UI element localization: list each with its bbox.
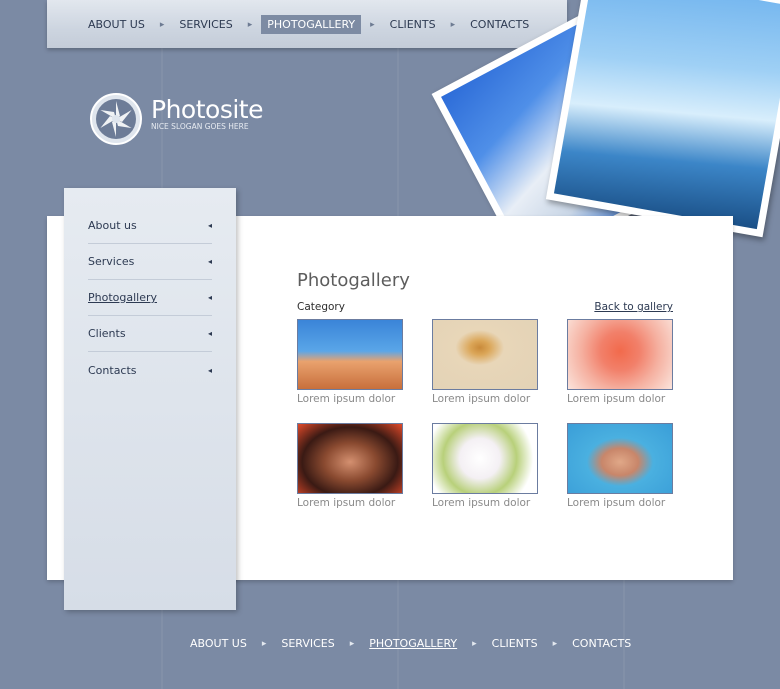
logo-name: Photosite — [151, 95, 263, 124]
chevron-left-icon: ◂ — [207, 329, 212, 338]
chevron-left-icon: ◂ — [207, 293, 212, 302]
page-title: Photogallery — [297, 270, 410, 291]
sidebar-item-photogallery[interactable]: Photogallery ◂ — [88, 280, 212, 316]
sidebar: About us ◂ Services ◂ Photogallery ◂ Cli… — [64, 188, 236, 610]
thumbnail-caption: Lorem ipsum dolor — [297, 393, 396, 405]
footer-nav-about[interactable]: About us — [184, 634, 253, 653]
chevron-left-icon: ◂ — [207, 221, 212, 230]
top-nav-clients[interactable]: Clients — [384, 15, 442, 34]
back-to-gallery-link[interactable]: Back to gallery — [594, 301, 673, 313]
children-beach-photo[interactable] — [297, 319, 403, 390]
sidebar-item-clients[interactable]: Clients ◂ — [88, 316, 212, 352]
chevron-left-icon: ◂ — [207, 257, 212, 266]
top-nav: About us ▸ Services ▸ Photogallery ▸ Cli… — [82, 15, 535, 34]
nav-separator-icon: ▸ — [472, 638, 477, 649]
gallery-thumbnail[interactable]: Lorem ipsum dolor — [432, 319, 538, 413]
gallery-thumbnail[interactable]: Lorem ipsum dolor — [432, 423, 538, 517]
footer-nav-contacts[interactable]: Contacts — [566, 634, 637, 653]
nav-separator-icon: ▸ — [370, 19, 375, 30]
woman-portrait-photo[interactable] — [297, 423, 403, 494]
sidebar-item-label: About us — [88, 219, 137, 232]
thumbnail-caption: Lorem ipsum dolor — [432, 393, 531, 405]
gallery-thumbnail[interactable]: Lorem ipsum dolor — [297, 423, 403, 517]
footer-nav: About us ▸ Services ▸ Photogallery ▸ Cli… — [184, 634, 637, 653]
sidebar-item-label: Services — [88, 255, 135, 268]
sidebar-item-contacts[interactable]: Contacts ◂ — [88, 352, 212, 388]
footer-nav-clients[interactable]: Clients — [486, 634, 544, 653]
thumbnail-caption: Lorem ipsum dolor — [432, 497, 531, 509]
sidebar-item-label: Contacts — [88, 363, 137, 377]
logo-slogan: Nice slogan goes here — [151, 122, 249, 131]
footer-nav-services[interactable]: Services — [275, 634, 340, 653]
nav-separator-icon: ▸ — [349, 638, 355, 649]
top-nav-photogallery[interactable]: Photogallery — [261, 15, 362, 34]
category-label: Category — [297, 301, 345, 313]
sidebar-item-about[interactable]: About us ◂ — [88, 208, 212, 244]
chevron-left-icon: ◂ — [207, 365, 212, 375]
rose-photo[interactable] — [567, 319, 673, 390]
sidebar-item-services[interactable]: Services ◂ — [88, 244, 212, 280]
logo-aperture-icon — [90, 93, 142, 145]
nav-separator-icon: ▸ — [247, 19, 253, 30]
sidebar-item-label: Photogallery — [88, 291, 158, 304]
nav-separator-icon: ▸ — [159, 19, 165, 30]
thumbnail-caption: Lorem ipsum dolor — [567, 497, 666, 509]
white-flowers-photo[interactable] — [432, 423, 538, 494]
thumbnail-caption: Lorem ipsum dolor — [567, 393, 666, 405]
nav-separator-icon: ▸ — [261, 638, 267, 649]
nav-separator-icon: ▸ — [552, 638, 558, 649]
gallery-thumbnail[interactable]: Lorem ipsum dolor — [297, 319, 403, 413]
top-nav-contacts[interactable]: Contacts — [464, 15, 535, 34]
thumbnail-caption: Lorem ipsum dolor — [297, 497, 396, 509]
sidebar-item-label: Clients — [88, 327, 126, 340]
top-nav-about[interactable]: About us — [82, 15, 151, 34]
gallery-thumbnail[interactable]: Lorem ipsum dolor — [567, 423, 673, 517]
gallery-section: Photogallery Category Back to gallery Lo… — [297, 270, 673, 517]
woman-blue-hat-photo[interactable] — [567, 423, 673, 494]
thumbnail-grid: Lorem ipsum dolor Lorem ipsum dolor Lore… — [297, 319, 673, 517]
nav-separator-icon: ▸ — [450, 19, 456, 30]
starfish-sand-photo[interactable] — [432, 319, 538, 390]
top-nav-services[interactable]: Services — [173, 15, 238, 34]
logo[interactable]: Photosite Nice slogan goes here — [89, 92, 263, 146]
gallery-thumbnail[interactable]: Lorem ipsum dolor — [567, 319, 673, 413]
header-photo-waterfall — [545, 0, 780, 238]
footer-nav-photogallery[interactable]: Photogallery — [363, 634, 463, 653]
